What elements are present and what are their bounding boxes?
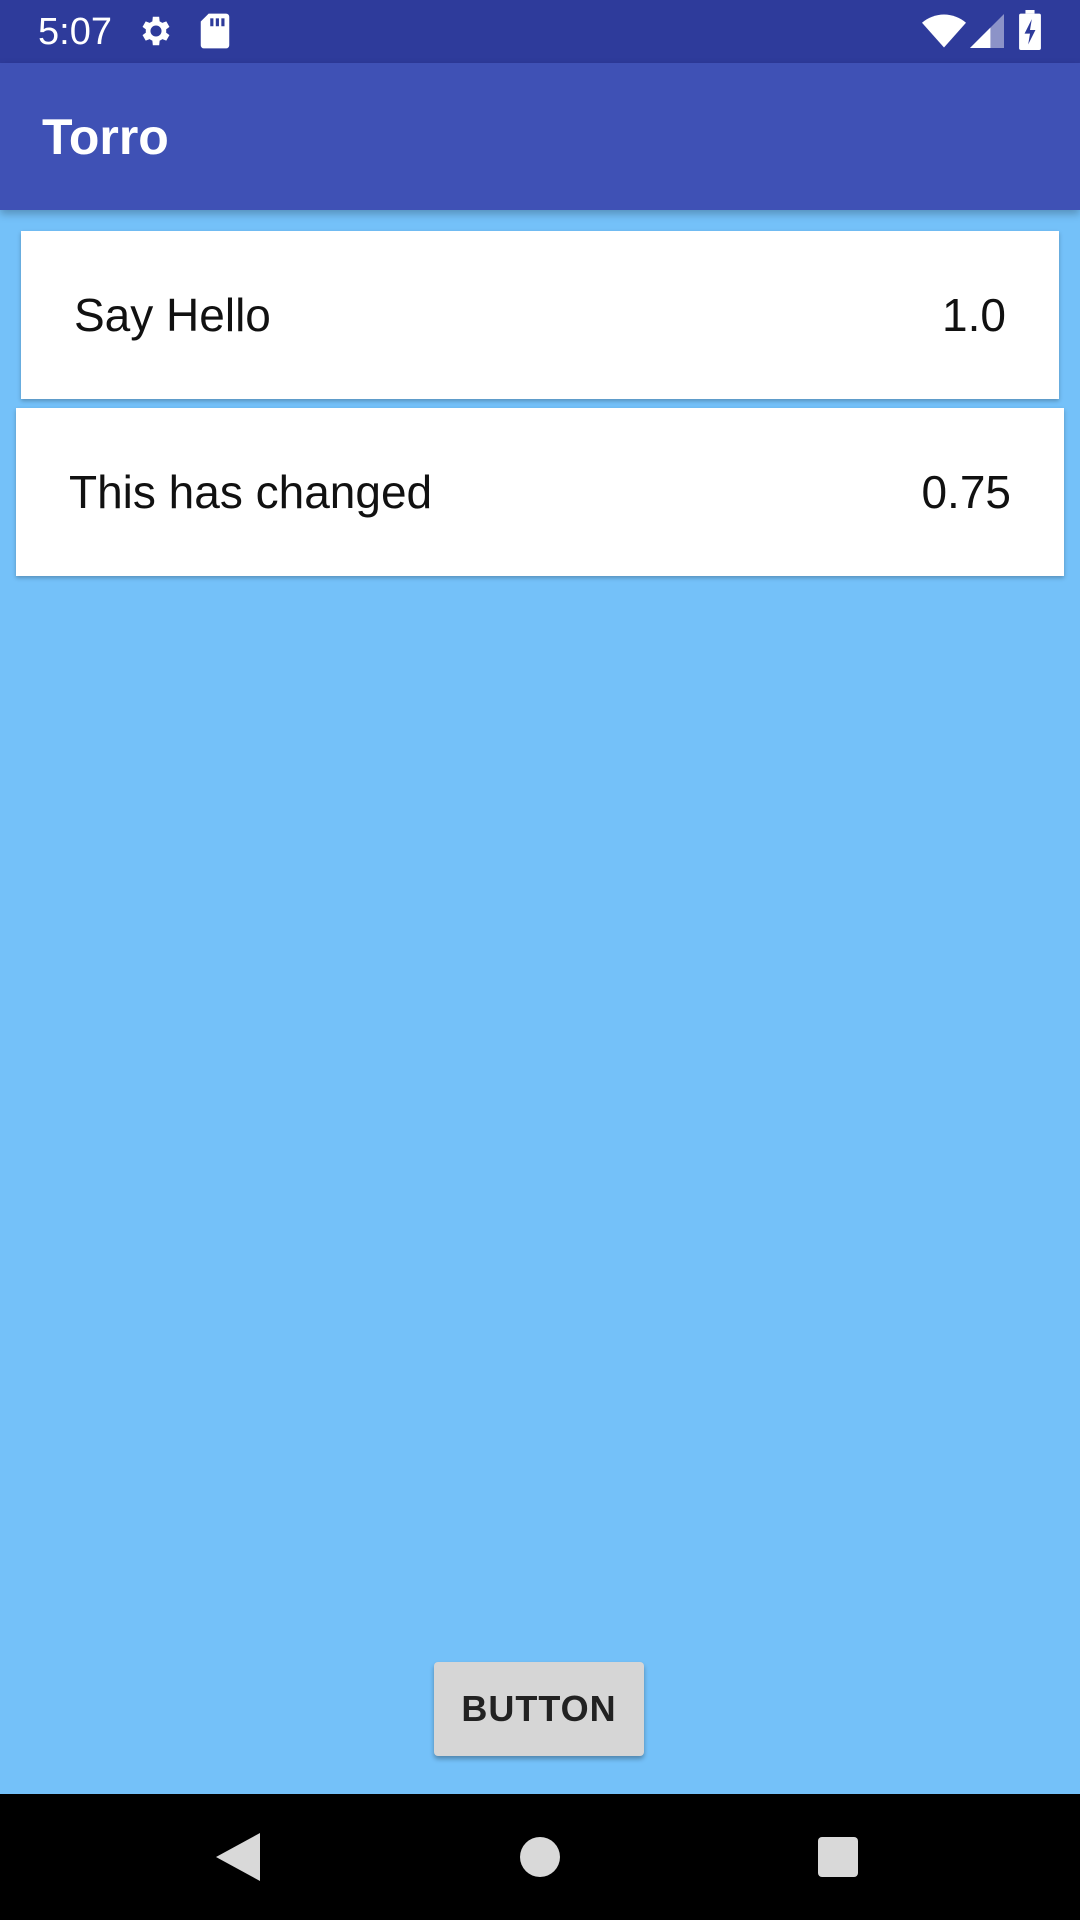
list-item[interactable]: Say Hello 1.0 <box>21 231 1059 399</box>
status-time: 5:07 <box>38 11 112 53</box>
wifi-icon <box>922 14 966 53</box>
navigation-bar <box>0 1794 1080 1920</box>
signal-icon <box>970 14 1004 53</box>
app-bar: Torro <box>0 63 1080 210</box>
status-bar: 5:07 <box>0 0 1080 63</box>
list-item-label: Say Hello <box>74 289 271 341</box>
main-button[interactable]: BUTTON <box>434 1662 644 1756</box>
list-item-value: 1.0 <box>942 289 1006 341</box>
list-item-value: 0.75 <box>921 466 1011 518</box>
list-item-label: This has changed <box>69 466 433 518</box>
home-button[interactable] <box>460 1794 620 1920</box>
back-button[interactable] <box>158 1794 318 1920</box>
sd-card-icon <box>198 12 232 55</box>
back-icon <box>216 1833 260 1881</box>
list-item[interactable]: This has changed 0.75 <box>16 408 1064 576</box>
home-icon <box>520 1837 560 1877</box>
app-title: Torro <box>42 109 169 165</box>
battery-charging-icon <box>1018 10 1042 55</box>
recents-button[interactable] <box>758 1794 918 1920</box>
recents-icon <box>818 1837 858 1877</box>
gear-icon <box>137 12 175 55</box>
